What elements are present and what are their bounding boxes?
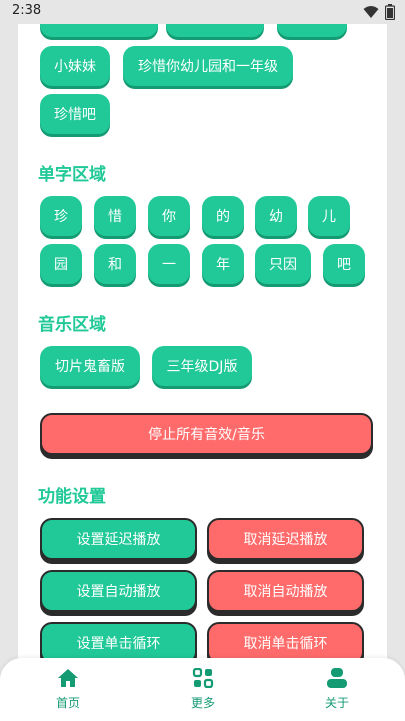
music-section-title: 音乐区域	[38, 315, 106, 335]
home-icon	[58, 669, 78, 687]
music-label: 切片鬼畜版	[55, 359, 125, 375]
stop-all-button[interactable]: 停止所有音效/音乐	[40, 413, 373, 455]
phrase-label: 珍惜你幼儿园和一年级	[138, 59, 278, 75]
phrase-label: 珍惜吧	[54, 107, 96, 123]
char-label: 儿	[322, 209, 336, 225]
char-section-title: 单字区域	[38, 165, 106, 185]
battery-icon	[385, 4, 395, 20]
nav-label-about: 关于	[324, 696, 349, 710]
cancel-auto-button[interactable]: 取消自动播放	[207, 570, 364, 612]
char-button[interactable]: 园	[40, 244, 82, 284]
char-label: 你	[162, 209, 176, 225]
phrase-button-5[interactable]: 珍惜你幼儿园和一年级	[123, 46, 293, 86]
set-delay-button[interactable]: 设置延迟播放	[40, 518, 197, 560]
more-icon	[192, 668, 214, 688]
status-time: 2:38	[12, 3, 42, 18]
set-delay-label: 设置延迟播放	[76, 532, 161, 548]
music-button-remix[interactable]: 切片鬼畜版	[40, 346, 140, 386]
wifi-icon	[363, 6, 379, 18]
cancel-delay-button[interactable]: 取消延迟播放	[207, 518, 364, 560]
nav-item-more[interactable]: 更多	[173, 668, 233, 711]
nav-label-home: 首页	[55, 696, 80, 710]
phrase-label: 小妹妹	[54, 59, 96, 75]
char-button[interactable]: 珍	[40, 196, 82, 236]
char-button[interactable]: 儿	[308, 196, 350, 236]
cancel-loop-label: 取消单击循环	[243, 636, 328, 652]
char-button[interactable]: 和	[94, 244, 136, 284]
nav-item-about[interactable]: 关于	[307, 668, 367, 711]
stop-all-label: 停止所有音效/音乐	[148, 427, 265, 443]
char-label: 园	[54, 257, 68, 273]
char-label: 和	[108, 257, 122, 273]
char-label: 年	[216, 257, 230, 273]
content-card: 那我们三年级 又算什么呢 嗯? 小妹妹 珍惜你幼儿园和一年级 珍惜吧 单字区域 …	[18, 0, 387, 721]
cancel-delay-label: 取消延迟播放	[243, 532, 328, 548]
char-label: 惜	[108, 209, 122, 225]
user-icon	[327, 668, 347, 688]
music-label: 三年级DJ版	[166, 359, 238, 375]
char-label: 珍	[54, 209, 68, 225]
char-label: 一	[162, 257, 176, 273]
nav-item-home[interactable]: 首页	[38, 668, 98, 711]
char-button[interactable]: 年	[202, 244, 244, 284]
char-button[interactable]: 幼	[255, 196, 297, 236]
char-button[interactable]: 一	[148, 244, 190, 284]
set-auto-button[interactable]: 设置自动播放	[40, 570, 197, 612]
phrase-button-4[interactable]: 小妹妹	[40, 46, 110, 86]
settings-section-title: 功能设置	[38, 487, 106, 507]
char-button[interactable]: 吧	[323, 244, 365, 284]
phrase-button-6[interactable]: 珍惜吧	[40, 94, 110, 134]
status-icons	[363, 4, 395, 20]
music-button-dj[interactable]: 三年级DJ版	[152, 346, 252, 386]
char-label: 幼	[269, 209, 283, 225]
status-bar: 2:38	[0, 0, 405, 24]
set-loop-label: 设置单击循环	[76, 636, 161, 652]
set-auto-label: 设置自动播放	[76, 584, 161, 600]
cancel-auto-label: 取消自动播放	[243, 584, 328, 600]
nav-label-more: 更多	[190, 696, 215, 710]
char-button[interactable]: 只因	[255, 244, 311, 284]
char-button[interactable]: 惜	[94, 196, 136, 236]
char-button[interactable]: 你	[148, 196, 190, 236]
char-button[interactable]: 的	[202, 196, 244, 236]
char-label: 的	[216, 209, 230, 225]
bottom-nav: 首页 更多 关于	[0, 658, 405, 721]
char-label: 吧	[337, 257, 351, 273]
char-label: 只因	[269, 257, 297, 273]
